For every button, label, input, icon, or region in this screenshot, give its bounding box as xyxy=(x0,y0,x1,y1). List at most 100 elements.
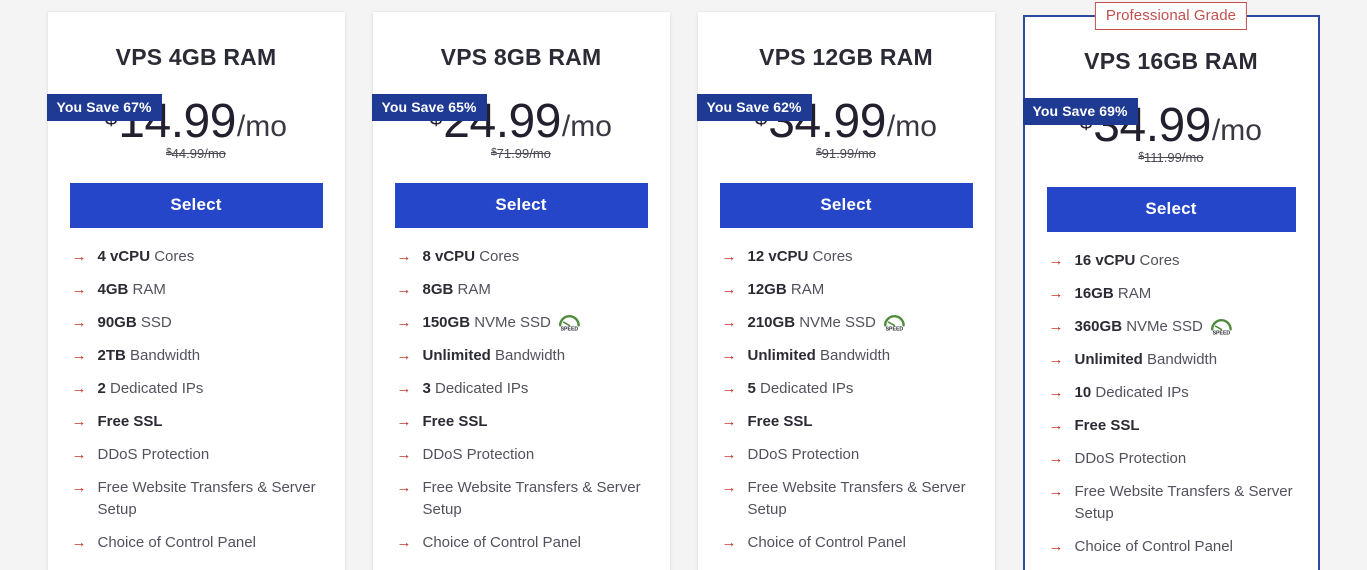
feature-text: DDoS Protection xyxy=(422,446,535,464)
feature-item: → 360GB NVMe SSD SPEED xyxy=(1049,316,1296,338)
feature-value: 10 xyxy=(1074,384,1092,402)
feature-value: Free SSL xyxy=(422,413,488,431)
pricing-plan-card-2[interactable]: VPS 8GB RAM You Save 65% $ 24.99 /mo $71… xyxy=(371,12,670,570)
arrow-right-icon: → xyxy=(1048,450,1064,468)
feature-list: → 4 vCPU Cores → 4GB RAM → 90GB SSD → 2TB Bandw… xyxy=(70,246,323,554)
feature-item: → 90GB SSD xyxy=(72,312,323,334)
pricing-plan-card-1[interactable]: VPS 4GB RAM You Save 67% $ 14.99 /mo $44… xyxy=(46,12,345,570)
original-price: $44.99/mo xyxy=(70,146,323,161)
feature-list: → 8 vCPU Cores → 8GB RAM → 150GB NVMe SSD SPEE… xyxy=(395,246,648,554)
feature-item: → DDoS Protection xyxy=(722,444,973,466)
feature-item: → 4 vCPU Cores xyxy=(72,246,323,268)
feature-value: 2 xyxy=(97,380,106,398)
feature-text: Unlimited Bandwidth xyxy=(422,347,566,365)
feature-text: 5 Dedicated IPs xyxy=(747,380,854,398)
feature-item: → 12GB RAM xyxy=(722,279,973,301)
feature-text: Free SSL xyxy=(423,411,648,433)
feature-item: → DDoS Protection xyxy=(72,444,323,466)
plan-title: VPS 16GB RAM xyxy=(1084,48,1258,74)
arrow-right-icon: → xyxy=(721,534,737,552)
feature-item: → Unlimited Bandwidth xyxy=(722,345,973,367)
arrow-right-icon: → xyxy=(396,413,412,431)
arrow-right-icon: → xyxy=(721,281,737,299)
feature-item: → Choice of Control Panel xyxy=(1049,536,1296,558)
feature-text: 8 vCPU Cores xyxy=(422,248,520,265)
feature-value: 210GB xyxy=(747,314,796,332)
feature-text: DDoS Protection xyxy=(1074,450,1187,468)
feature-value: Unlimited xyxy=(747,347,816,365)
plan-title: VPS 8GB RAM xyxy=(440,44,602,70)
feature-value: 4 vCPU xyxy=(97,248,151,265)
arrow-right-icon: → xyxy=(721,413,737,431)
arrow-right-icon: → xyxy=(721,380,737,398)
feature-text: 2TB Bandwidth xyxy=(97,347,201,365)
speed-icon: SPEED xyxy=(1210,319,1232,335)
feature-item: → DDoS Protection xyxy=(1049,448,1296,470)
original-price: $111.99/mo xyxy=(1047,150,1296,165)
feature-list: → 12 vCPU Cores → 12GB RAM → 210GB NVMe SSD SP… xyxy=(720,246,973,554)
arrow-right-icon: → xyxy=(71,380,87,398)
feature-text: 10 Dedicated IPs xyxy=(1074,384,1189,402)
feature-text: 12GB RAM xyxy=(747,281,825,299)
feature-text: DDoS Protection xyxy=(747,446,860,464)
feature-value: 12GB xyxy=(747,281,787,299)
arrow-right-icon: → xyxy=(396,380,412,398)
feature-item: → Free SSL xyxy=(722,411,973,433)
feature-text: 2 Dedicated IPs xyxy=(97,380,204,398)
feature-text: 4GB RAM xyxy=(97,281,166,299)
original-price-value: 111.99/mo xyxy=(1144,150,1204,166)
arrow-right-icon: → xyxy=(396,446,412,464)
feature-item: → 12 vCPU Cores xyxy=(722,246,973,268)
arrow-right-icon: → xyxy=(71,413,87,431)
arrow-right-icon: → xyxy=(71,248,87,265)
feature-value: 90GB xyxy=(97,314,137,332)
feature-value: 16GB xyxy=(1074,285,1114,303)
feature-value: 8GB xyxy=(422,281,454,299)
speed-icon: SPEED xyxy=(883,315,905,331)
arrow-right-icon: → xyxy=(1048,351,1064,369)
arrow-right-icon: → xyxy=(1048,483,1064,501)
select-button-2[interactable]: Select xyxy=(394,183,648,228)
feature-text: Choice of Control Panel xyxy=(422,534,581,552)
feature-text: Free Website Transfers & Server Setup xyxy=(97,479,316,519)
feature-item: → Free Website Transfers & Server Setup xyxy=(72,477,323,521)
feature-text: 150GB NVMe SSD SPEED xyxy=(423,312,648,334)
feature-item: → 150GB NVMe SSD SPEED xyxy=(397,312,648,334)
feature-item: → 8GB RAM xyxy=(397,279,648,301)
feature-item: → Choice of Control Panel xyxy=(397,532,648,554)
feature-item: → 5 Dedicated IPs xyxy=(722,378,973,400)
price-period: /mo xyxy=(886,110,937,144)
feature-value: 4GB xyxy=(97,281,129,299)
feature-text: 210GB NVMe SSD SPEED xyxy=(748,312,973,334)
feature-item: → 4GB RAM xyxy=(72,279,323,301)
arrow-right-icon: → xyxy=(396,314,412,332)
select-button-1[interactable]: Select xyxy=(69,183,323,228)
feature-item: → Unlimited Bandwidth xyxy=(397,345,648,367)
select-button-4[interactable]: Select xyxy=(1046,187,1296,232)
svg-text:SPEED: SPEED xyxy=(1212,330,1230,335)
feature-text: Free Website Transfers & Server Setup xyxy=(422,479,641,519)
arrow-right-icon: → xyxy=(721,479,737,497)
feature-item: → DDoS Protection xyxy=(397,444,648,466)
feature-item: → 16GB RAM xyxy=(1049,283,1296,305)
original-price-value: 44.99/mo xyxy=(171,146,226,162)
feature-text: Free Website Transfers & Server Setup xyxy=(1074,483,1293,523)
arrow-right-icon: → xyxy=(721,248,737,265)
professional-grade-ribbon: Professional Grade xyxy=(1094,2,1248,30)
select-button-3[interactable]: Select xyxy=(719,183,973,228)
feature-text: Choice of Control Panel xyxy=(1074,538,1233,556)
feature-item: → 2 Dedicated IPs xyxy=(72,378,323,400)
arrow-right-icon: → xyxy=(1048,252,1064,269)
feature-item: → Free Website Transfers & Server Setup xyxy=(722,477,973,521)
feature-text: 4 vCPU Cores xyxy=(97,248,195,265)
arrow-right-icon: → xyxy=(1048,538,1064,556)
arrow-right-icon: → xyxy=(396,248,412,265)
svg-text:SPEED: SPEED xyxy=(885,326,903,331)
save-badge: You Save 67% xyxy=(46,94,162,121)
feature-text: Free SSL xyxy=(1075,415,1296,437)
feature-text: Free SSL xyxy=(748,411,973,433)
pricing-plan-card-3[interactable]: VPS 12GB RAM You Save 62% $ 34.99 /mo $9… xyxy=(696,12,995,570)
pricing-plan-card-4[interactable]: Professional Grade VPS 16GB RAM You Save… xyxy=(1022,2,1320,570)
feature-item: → Free SSL xyxy=(72,411,323,433)
feature-text: 16GB RAM xyxy=(1074,285,1152,303)
